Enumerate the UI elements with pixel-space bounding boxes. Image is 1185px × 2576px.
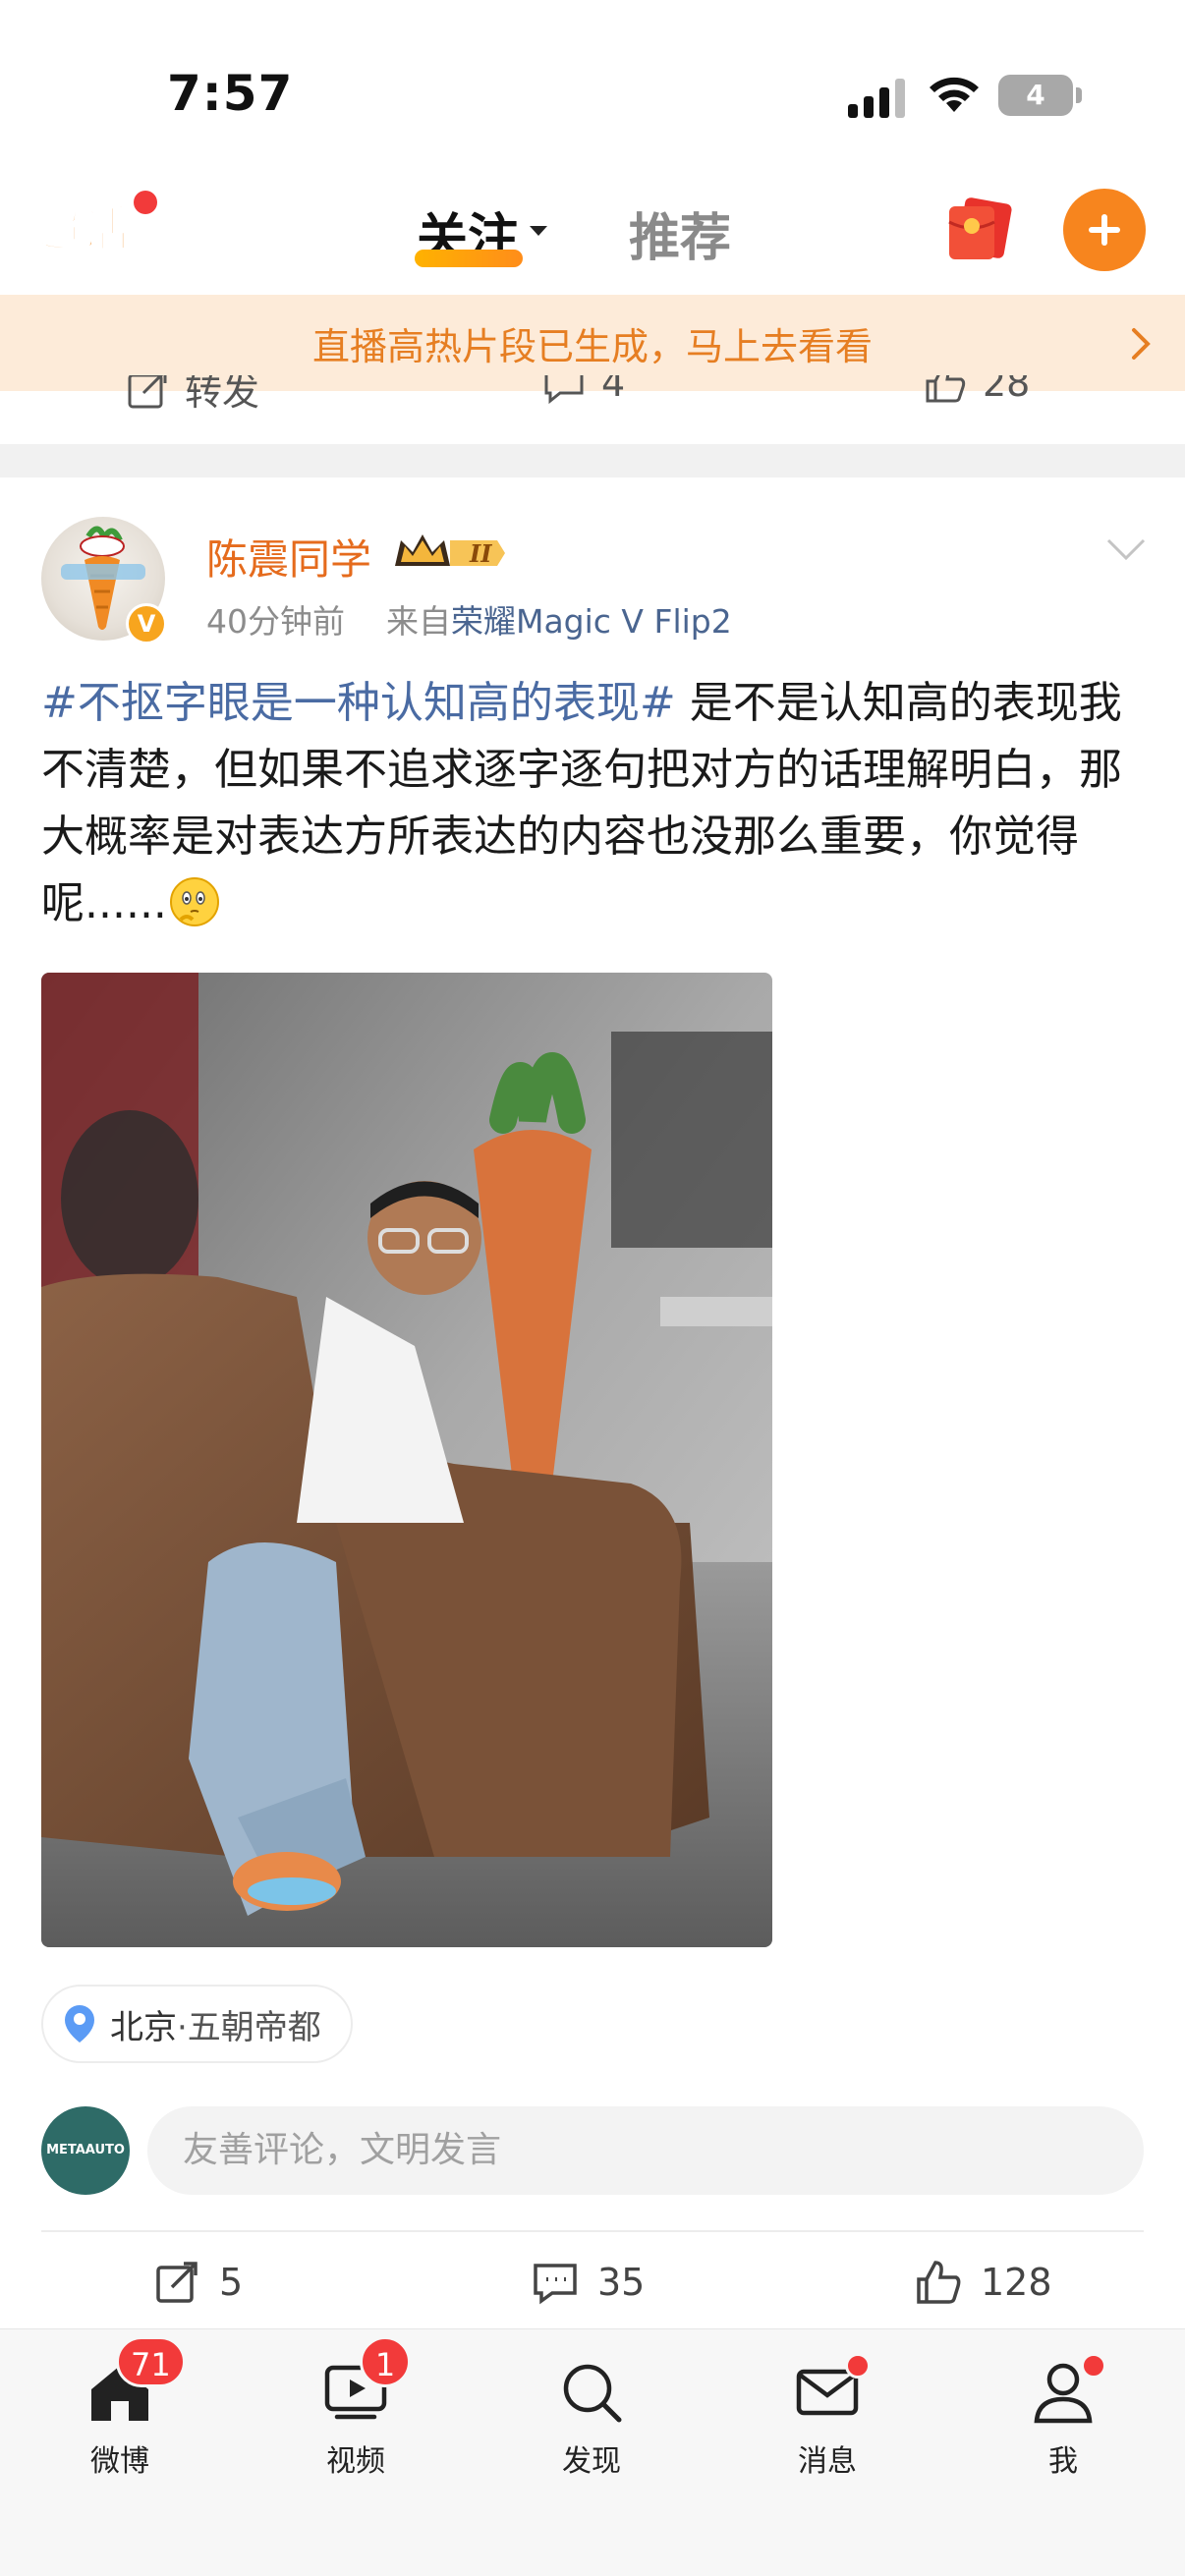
comment-button[interactable]: 35 xyxy=(531,2258,645,2307)
level-badge-text: II xyxy=(469,539,492,568)
post-body: #不抠字眼是一种认知高的表现# 是不是认知高的表现我不清楚，但如果不追求逐字逐句… xyxy=(41,670,1152,937)
tab-label: 我 xyxy=(1048,2444,1078,2479)
comment-input[interactable]: 友善评论，文明发言 xyxy=(147,2106,1144,2195)
post-source[interactable]: 荣耀Magic V Flip2 xyxy=(451,602,732,641)
repost-icon xyxy=(156,2262,198,2303)
chevron-right-icon[interactable] xyxy=(1126,324,1156,364)
hashtag-link[interactable]: #不抠字眼是一种认知高的表现# xyxy=(41,678,676,728)
prev-post-actions: 转发 4 28 xyxy=(0,375,1185,444)
tab-label: 发现 xyxy=(562,2444,621,2479)
video-badge: 1 xyxy=(360,2336,411,2387)
prev-comment-count: 4 xyxy=(601,375,626,405)
prev-repost-button[interactable]: 转发 xyxy=(126,375,259,416)
chevron-down-icon[interactable] xyxy=(530,226,547,236)
repost-icon xyxy=(128,375,167,408)
status-time: 7:57 xyxy=(167,65,294,122)
notification-dot xyxy=(134,191,157,214)
like-count: 128 xyxy=(981,2261,1052,2304)
location-pin-icon xyxy=(65,2005,94,2043)
tab-recommend[interactable]: 推荐 xyxy=(629,196,731,270)
post-meta: 40分钟前 来自荣耀Magic V Flip2 xyxy=(206,595,732,643)
verified-badge-icon: V xyxy=(126,603,167,644)
prev-comment-button[interactable]: 4 xyxy=(542,375,625,405)
tab-label: 微博 xyxy=(90,2444,149,2479)
repost-count: 5 xyxy=(219,2261,244,2304)
wifi-icon xyxy=(930,77,979,112)
prev-repost-label: 转发 xyxy=(185,375,260,414)
tab-label: 视频 xyxy=(326,2444,385,2479)
thumbs-up-icon xyxy=(917,2261,961,2304)
prev-like-button[interactable]: 28 xyxy=(924,375,1030,405)
home-badge: 71 xyxy=(116,2336,186,2387)
like-button[interactable]: 128 xyxy=(914,2258,1052,2307)
commenter-avatar[interactable]: METAAUTO xyxy=(41,2106,130,2195)
author-name[interactable]: 陈震同学 xyxy=(206,527,371,587)
tab-label: 消息 xyxy=(798,2444,857,2479)
post-source-prefix: 来自 xyxy=(385,602,451,641)
battery-level: 4 xyxy=(1026,79,1045,111)
prev-like-count: 28 xyxy=(983,375,1031,405)
divider xyxy=(41,2230,1144,2232)
feed-divider xyxy=(0,444,1185,477)
location-tag[interactable]: 北京·五朝帝都 xyxy=(41,1985,353,2063)
chevron-down-icon[interactable] xyxy=(1104,534,1148,564)
battery-icon: 4 xyxy=(998,75,1082,116)
location-detail: ·五朝帝都 xyxy=(177,2007,321,2047)
member-crown-icon[interactable]: II xyxy=(391,529,509,578)
tab-me[interactable]: 我 xyxy=(994,2358,1132,2480)
banner-text[interactable]: 直播高热片段已生成，马上去看看 xyxy=(0,316,1185,370)
comment-icon xyxy=(544,375,584,405)
me-dot xyxy=(1081,2353,1106,2379)
svg-text:超话: 超话 xyxy=(31,200,130,257)
thumbs-up-icon xyxy=(926,375,966,403)
cellular-signal-icon xyxy=(848,79,905,118)
post-time: 40分钟前 xyxy=(206,602,345,641)
compose-button[interactable] xyxy=(1063,189,1146,271)
super-topic-logo[interactable]: 超话 xyxy=(29,193,147,261)
comment-count: 35 xyxy=(597,2261,646,2304)
messages-dot xyxy=(845,2353,871,2379)
thinking-emoji-icon xyxy=(169,877,219,926)
red-packet-icon[interactable] xyxy=(941,193,1018,263)
tab-messages[interactable]: 消息 xyxy=(759,2358,896,2480)
comment-icon xyxy=(534,2264,577,2305)
tab-discover[interactable]: 发现 xyxy=(523,2358,660,2480)
post-photo[interactable] xyxy=(41,973,772,1947)
active-tab-indicator xyxy=(415,250,523,267)
search-icon xyxy=(563,2364,622,2423)
repost-button[interactable]: 5 xyxy=(152,2258,243,2307)
plus-icon xyxy=(1089,214,1120,246)
location-city: 北京 xyxy=(110,2007,177,2047)
